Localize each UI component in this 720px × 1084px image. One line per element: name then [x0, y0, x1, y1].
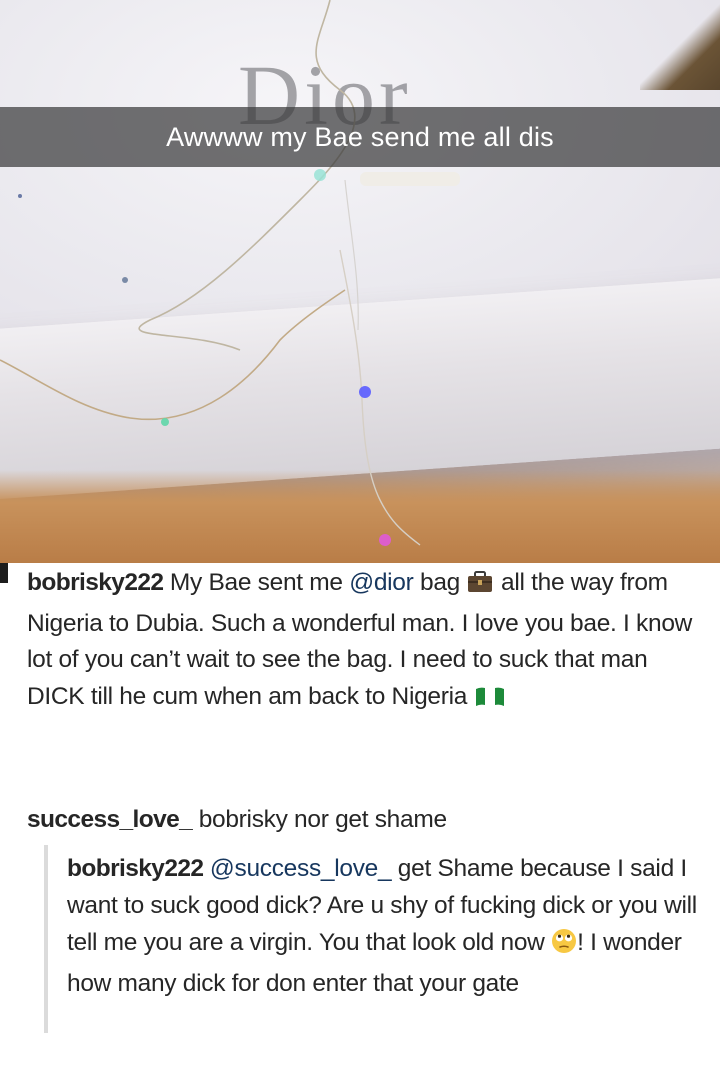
post-mention-dior[interactable]: @dior [349, 569, 414, 596]
reply-item: bobrisky222 @success_love_ get Shame bec… [67, 850, 707, 1002]
post-text-1: My Bae sent me [163, 569, 350, 596]
comment-text: bobrisky nor get shame [192, 806, 447, 833]
post-text-2: bag [413, 569, 467, 596]
snap-caption-bar: Awwww my Bae send me all dis [0, 107, 720, 167]
post-photo[interactable]: Dior Awwww my Bae send me all dis [0, 0, 720, 563]
comment-item: success_love_ bobrisky nor get shame [27, 802, 707, 838]
post-username[interactable]: bobrisky222 [27, 569, 164, 596]
comment-username[interactable]: success_love_ [27, 806, 193, 833]
left-edge-marker [0, 563, 8, 583]
reply-mention[interactable]: @success_love_ [210, 855, 392, 882]
rolling-eyes-face-icon [551, 928, 577, 965]
nigeria-flag-icon [474, 683, 506, 720]
reply-username[interactable]: bobrisky222 [67, 855, 204, 882]
briefcase-icon [466, 569, 494, 606]
fairy-light-wire [0, 0, 460, 546]
snap-caption-text: Awwww my Bae send me all dis [166, 121, 554, 152]
reply-thread-line [44, 845, 48, 1033]
post-caption: bobrisky222 My Bae sent me @dior bag all… [27, 565, 697, 719]
